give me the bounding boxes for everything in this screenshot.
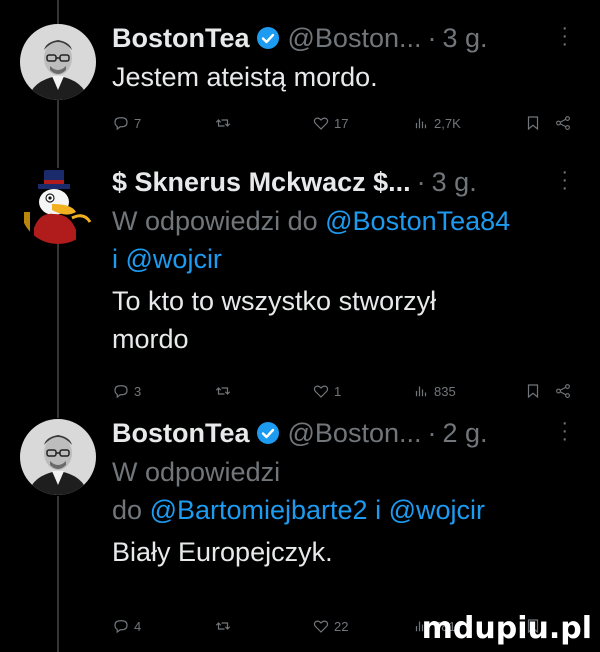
tweet-text: Jestem ateistą mordo. [112,62,378,92]
views-button[interactable]: 835 [412,382,456,400]
tweet[interactable]: $ Sknerus Mckwacz $... · 3 g. · · · W odpo… [0,150,600,405]
verified-badge-icon [256,422,279,444]
tweet[interactable]: BostonTea @Boston... · 3 g. · · · Jestem a… [0,0,600,150]
action-bar: 7 17 2,7K [112,114,572,136]
action-bar: 3 1 835 [112,382,572,404]
share-icon [556,384,570,398]
like-button[interactable]: 17 [312,114,348,132]
views-count: 2,7K [434,115,461,131]
retweet-icon [215,622,231,630]
reply-button[interactable]: 3 [112,382,141,400]
like-count: 22 [334,618,349,634]
avatar[interactable] [20,24,96,100]
handle[interactable]: @Boston... [288,23,422,54]
timestamp[interactable]: 2 g. [443,418,488,449]
like-count: 17 [334,115,349,131]
reply-joiner: i [375,495,382,525]
reply-icon [114,620,128,634]
more-icon[interactable]: · · · [561,18,568,54]
retweet-button[interactable] [214,382,232,400]
tweet-header: BostonTea @Boston... · 3 g. [112,18,590,58]
tweet-header: BostonTea @Boston... · 2 g. [112,413,590,453]
timestamp[interactable]: 3 g. [443,23,488,54]
display-name[interactable]: $ Sknerus Mckwacz $... [112,167,411,198]
share-button[interactable] [554,382,572,400]
like-button[interactable]: 22 [312,617,348,635]
views-button[interactable]: 2,7K [412,114,461,132]
avatar[interactable] [20,168,96,244]
mention-link[interactable]: @wojcir [126,244,222,274]
views-count: 835 [434,383,456,399]
mention-link[interactable]: @wojcir [389,495,485,525]
handle[interactable]: @Boston... [288,418,422,449]
reply-count: 7 [134,115,142,131]
retweet-button[interactable] [214,617,232,635]
reply-icon [114,385,128,399]
bookmark-button[interactable] [524,114,542,132]
reply-prefix: do [112,495,143,525]
retweet-icon [215,387,231,395]
like-count: 1 [334,383,342,399]
tweet-text-line: To kto to wszystko stworzył [112,286,437,316]
like-icon [313,620,329,633]
separator-dot: · [416,166,426,197]
reply-context: W odpowiedzi do @Bartomiejbarte2 i @wojc… [112,453,590,529]
like-button[interactable]: 1 [312,382,341,400]
retweet-icon [215,119,231,127]
more-icon[interactable]: · · · [561,413,568,449]
display-name[interactable]: BostonTea [112,23,250,54]
reply-count: 4 [134,618,142,634]
timestamp[interactable]: 3 g. [432,167,477,198]
avatar[interactable] [20,419,96,495]
bookmark-button[interactable] [524,382,542,400]
tweet-header: $ Sknerus Mckwacz $... · 3 g. [112,162,590,202]
bookmark-icon [527,116,539,131]
mention-link[interactable]: @Bartomiejbarte2 [150,495,368,525]
retweet-button[interactable] [214,114,232,132]
reply-prefix: W odpowiedzi do [112,206,318,236]
views-icon [415,386,427,397]
watermark-logo: mdupiu.pl [421,611,592,646]
like-icon [313,117,329,130]
tweet-text-line: mordo [112,324,189,354]
mention-link[interactable]: @BostonTea84 [325,206,510,236]
reply-icon [114,117,128,131]
display-name[interactable]: BostonTea [112,418,250,449]
verified-badge-icon [256,27,279,49]
separator-dot: · [427,417,437,448]
reply-prefix: W odpowiedzi [112,457,281,487]
reply-button[interactable]: 7 [112,114,141,132]
reply-joiner: i [112,244,118,274]
bookmark-icon [527,384,539,399]
like-icon [313,385,329,398]
separator-dot: · [427,22,437,53]
reply-count: 3 [134,383,142,399]
more-icon[interactable]: · · · [561,162,568,198]
views-icon [415,118,427,129]
tweet-text: Biały Europejczyk. [112,537,333,567]
share-icon [556,116,570,130]
tweet-text: To kto to wszystko stworzył mordo [112,282,590,358]
reply-context: W odpowiedzi do @BostonTea84 i @wojcir [112,202,590,278]
reply-button[interactable]: 4 [112,617,141,635]
share-button[interactable] [554,114,572,132]
